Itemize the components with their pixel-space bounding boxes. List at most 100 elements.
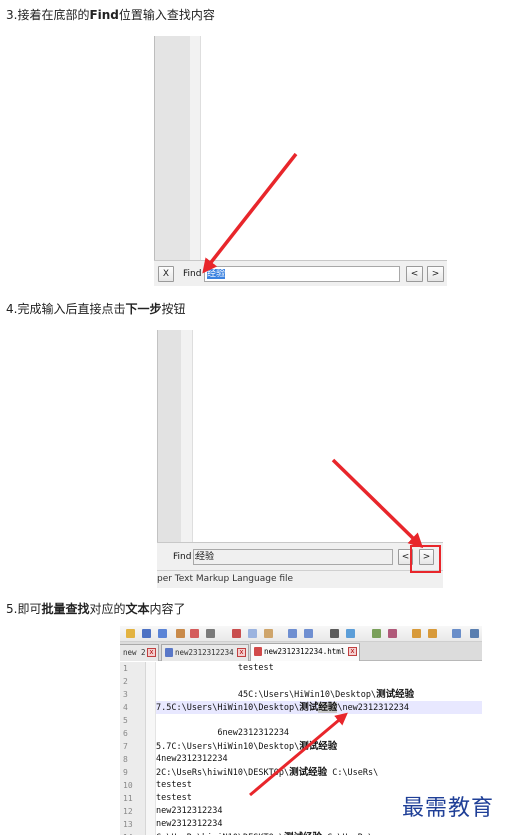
step-4-prefix: 4.完成输入后直接点击 xyxy=(6,302,126,316)
redo-icon[interactable] xyxy=(304,629,313,638)
code-line[interactable]: 2C:\UseRs\hiwiN10\DESKTOp\测试经验 C:\UseRs\ xyxy=(156,766,482,779)
code-text: testest xyxy=(156,663,274,673)
find-next-button[interactable]: > xyxy=(427,266,444,282)
line-number: 3 xyxy=(123,690,128,699)
code-cjk-text: 测试经验 xyxy=(289,767,328,778)
line-number: 13 xyxy=(123,820,133,829)
status-bar: per Text Markup Language file xyxy=(157,570,443,588)
line-number-gutter: 1234567891011121314 xyxy=(120,662,146,835)
find-bar: X Find : 经验 < > xyxy=(154,260,447,286)
tab-new-2[interactable]: new 2 x xyxy=(120,644,159,661)
line-number: 4 xyxy=(123,703,128,712)
code-line[interactable]: 45C:\Users\HiWin10\Desktop\测试经验 xyxy=(156,688,482,701)
find-icon[interactable] xyxy=(330,629,339,638)
code-line[interactable] xyxy=(156,675,482,688)
line-number: 6 xyxy=(123,729,128,738)
tab-label: new2312312234.html xyxy=(264,647,346,656)
step-5-middle: 对应的 xyxy=(89,602,126,616)
tab-new2312312234[interactable]: new2312312234 x xyxy=(161,644,249,661)
line-number: 1 xyxy=(123,664,128,673)
step-3-suffix: 位置输入查找内容 xyxy=(118,8,215,22)
code-text: testest xyxy=(156,780,192,790)
tab-close-icon[interactable]: x xyxy=(348,647,357,656)
print-icon[interactable] xyxy=(206,629,215,638)
find-input[interactable] xyxy=(193,549,393,565)
code-line[interactable]: testest xyxy=(156,662,482,675)
step-5-bold-2: 文本 xyxy=(125,602,150,616)
find-input-value: 经验 xyxy=(207,269,226,279)
code-line[interactable] xyxy=(156,714,482,727)
step-4-suffix: 按钮 xyxy=(161,302,186,316)
code-text: 6new2312312234 xyxy=(156,728,290,738)
undo-icon[interactable] xyxy=(288,629,297,638)
fold-margin xyxy=(190,36,201,260)
line-number: 12 xyxy=(123,807,133,816)
copy-icon[interactable] xyxy=(248,629,257,638)
find-bar: Find : 经验 < > xyxy=(157,542,443,570)
tab-new2312312234-html[interactable]: new2312312234.html x xyxy=(250,643,360,661)
line-number: 2 xyxy=(123,677,128,686)
document-icon xyxy=(165,648,173,657)
line-number-gutter xyxy=(154,36,190,260)
code-line[interactable]: 4new2312312234 xyxy=(156,753,482,766)
tab-label: new 2 xyxy=(123,648,146,657)
line-number: 5 xyxy=(123,716,128,725)
sync-scroll-icon[interactable] xyxy=(412,629,421,638)
close-all-icon[interactable] xyxy=(190,629,199,638)
find-next-button[interactable]: > xyxy=(419,549,434,565)
code-cjk-text: 测试 xyxy=(299,702,319,713)
line-number: 10 xyxy=(123,781,133,790)
code-line[interactable]: 6new2312312234 xyxy=(156,727,482,740)
code-text: 4new2312312234 xyxy=(156,754,228,764)
show-all-chars-icon[interactable] xyxy=(452,629,461,638)
search-match-highlight: 经验 xyxy=(318,702,338,713)
find-prev-button[interactable]: < xyxy=(398,549,413,565)
line-number: 14 xyxy=(120,831,144,835)
step-3-prefix: 3.接着在底部的 xyxy=(6,8,90,22)
close-find-button[interactable]: X xyxy=(158,266,174,282)
code-text: C:\UseRs\ xyxy=(327,768,379,778)
indent-guide-icon[interactable] xyxy=(470,629,479,638)
cut-icon[interactable] xyxy=(232,629,241,638)
save-icon[interactable] xyxy=(142,629,151,638)
fold-margin xyxy=(146,662,156,835)
tab-label: new2312312234 xyxy=(175,648,234,657)
line-number: 9 xyxy=(123,768,128,777)
screenshot-find-next-button: Find : 经验 < > per Text Markup Language f… xyxy=(157,330,443,588)
line-number: 8 xyxy=(123,755,128,764)
find-prev-button[interactable]: < xyxy=(406,266,423,282)
code-line[interactable]: C:\UseRs\hiwiN10\DESKTOp\测试经验 C:\UseRs\ xyxy=(156,831,482,835)
step-3-heading: 3.接着在底部的Find位置输入查找内容 xyxy=(6,7,215,23)
line-number-gutter xyxy=(157,330,181,542)
paste-icon[interactable] xyxy=(264,629,273,638)
screenshot-find-bar-input: X Find : 经验 < > xyxy=(154,36,447,286)
tab-close-icon[interactable]: x xyxy=(237,648,246,657)
zoom-out-icon[interactable] xyxy=(388,629,397,638)
find-input[interactable]: 经验 xyxy=(204,266,400,282)
document-icon xyxy=(254,647,262,656)
code-text: \new2312312234 xyxy=(337,703,409,713)
save-all-icon[interactable] xyxy=(158,629,167,638)
word-wrap-icon[interactable] xyxy=(428,629,437,638)
zoom-in-icon[interactable] xyxy=(372,629,381,638)
code-line[interactable]: 7.5C:\Users\HiWin10\Desktop\测试经验\new2312… xyxy=(156,701,482,714)
step-5-suffix: 内容了 xyxy=(149,602,186,616)
toolbar xyxy=(120,626,482,642)
step-3-bold: Find xyxy=(89,8,119,22)
tab-close-icon[interactable]: x xyxy=(147,648,156,657)
code-cjk-text: 测试经验 xyxy=(376,689,415,700)
open-file-icon[interactable] xyxy=(126,629,135,638)
code-text: 2C:\UseRs\hiwiN10\DESKTOp\ xyxy=(156,768,290,778)
code-text: testest xyxy=(156,793,192,803)
code-text: 7.5C:\Users\HiWin10\Desktop\ xyxy=(156,703,300,713)
close-file-icon[interactable] xyxy=(176,629,185,638)
step-5-prefix: 5.即可 xyxy=(6,602,42,616)
replace-icon[interactable] xyxy=(346,629,355,638)
step-5-bold: 批量查找 xyxy=(41,602,90,616)
line-number: 7 xyxy=(123,742,128,751)
code-text: 45C:\Users\HiWin10\Desktop\ xyxy=(156,690,377,700)
editor-area[interactable] xyxy=(202,36,447,260)
tab-bar: new 2 x new2312312234 x new2312312234.ht… xyxy=(120,642,482,661)
code-line[interactable]: 5.7C:\Users\HiWin10\Desktop\测试经验 xyxy=(156,740,482,753)
step-4-bold: 下一步 xyxy=(125,302,162,316)
